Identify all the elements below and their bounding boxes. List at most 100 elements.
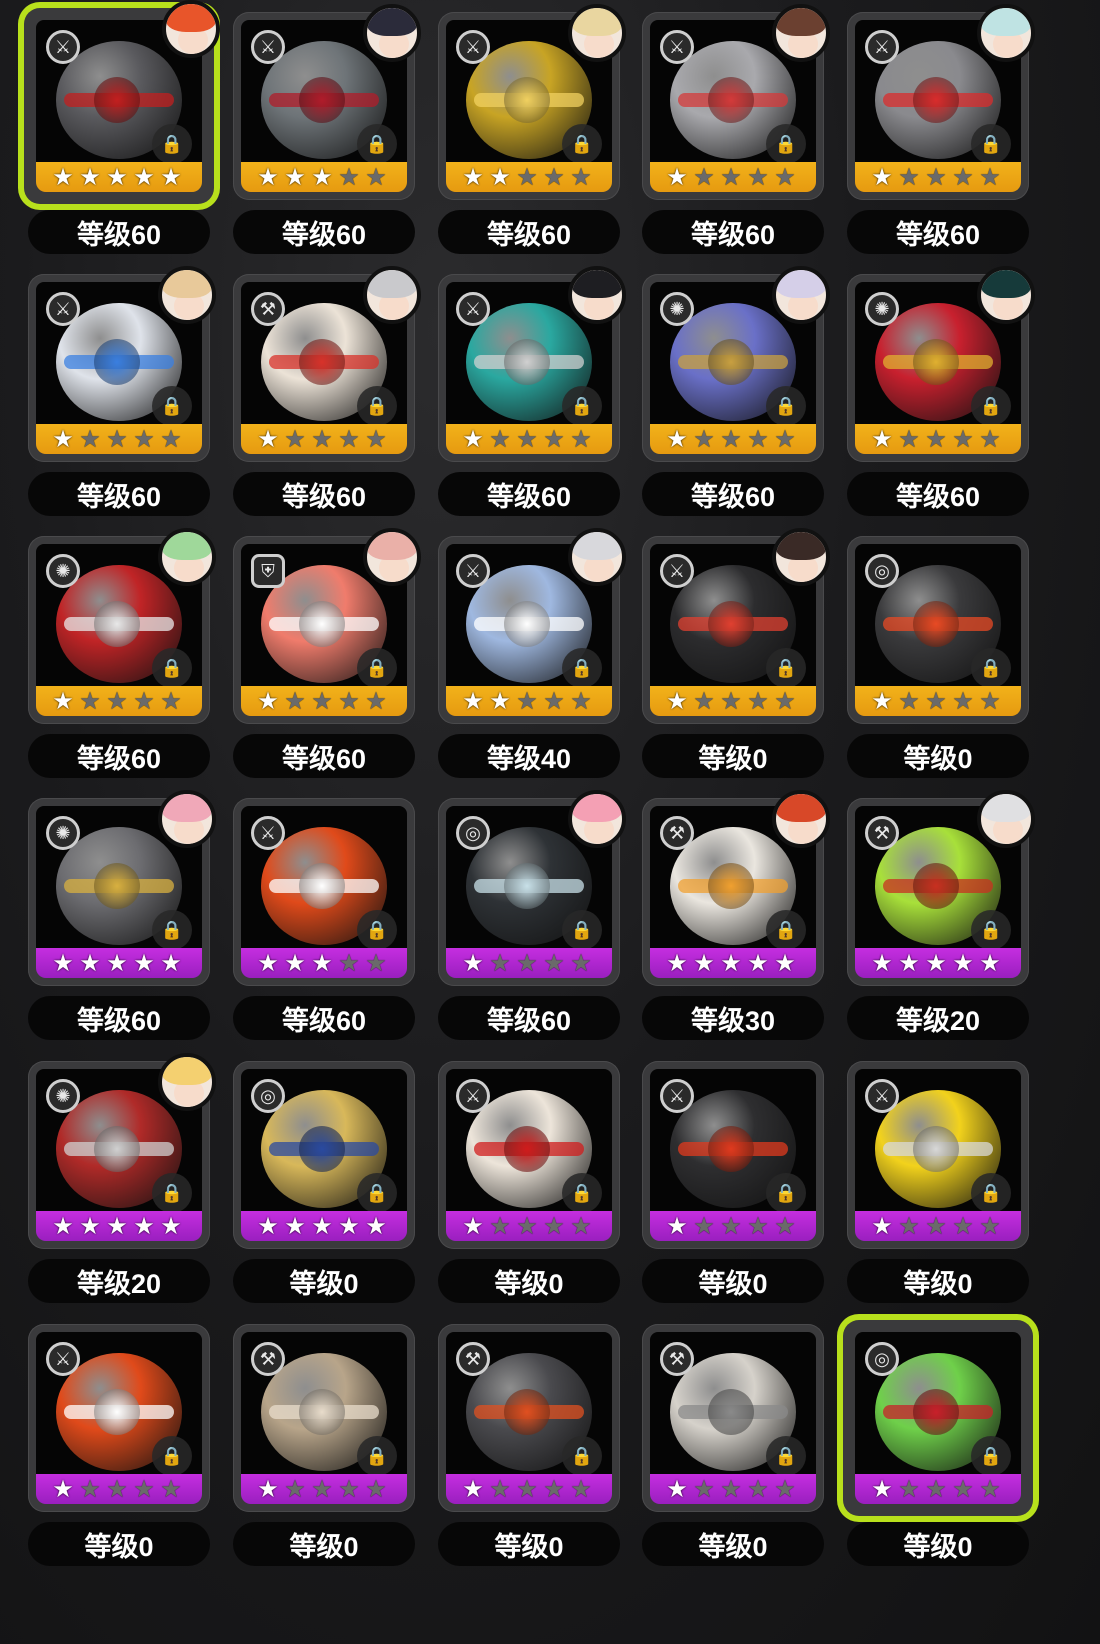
engine-slot[interactable]: ⚔ 🔒 ★ ★ ★ ★ ★ 等级60 [227, 790, 421, 1042]
lock-icon[interactable]: 🔒 [562, 1173, 602, 1213]
lock-icon[interactable]: 🔒 [357, 386, 397, 426]
lock-icon[interactable]: 🔒 [766, 386, 806, 426]
engine-card[interactable]: ⚔ 🔒 ★ ★ ★ ★ ★ [642, 1061, 824, 1249]
lock-icon[interactable]: 🔒 [971, 124, 1011, 164]
engine-card[interactable]: ⚔ 🔒 ★ ★ ★ ★ ★ [642, 4, 830, 200]
engine-card[interactable]: ✺ 🔒 ★ ★ ★ ★ ★ [28, 790, 216, 986]
lock-icon[interactable]: 🔒 [357, 648, 397, 688]
engine-slot[interactable]: ⚒ 🔒 ★ ★ ★ ★ ★ 等级20 [841, 790, 1035, 1042]
engine-slot[interactable]: ⚔ 🔒 ★ ★ ★ ★ ★ 等级60 [22, 0, 220, 256]
star-icon: ★ [489, 1213, 511, 1240]
engine-slot[interactable]: ⚔ 🔒 ★ ★ ★ ★ ★ 等级0 [841, 1053, 1035, 1305]
engine-slot[interactable]: ⚔ 🔒 ★ ★ ★ ★ ★ 等级0 [636, 1053, 830, 1305]
engine-card[interactable]: ⚔ 🔒 ★ ★ ★ ★ ★ [847, 4, 1035, 200]
lock-icon[interactable]: 🔒 [766, 910, 806, 950]
engine-card[interactable]: ◎ 🔒 ★ ★ ★ ★ ★ [233, 1061, 415, 1249]
engine-card[interactable]: ⚔ 🔒 ★ ★ ★ ★ ★ [233, 4, 421, 200]
engine-card-selected[interactable]: ◎ 🔒 ★ ★ ★ ★ ★ [843, 1320, 1033, 1516]
engine-slot[interactable]: ✺ 🔒 ★ ★ ★ ★ ★ 等级60 [841, 266, 1035, 518]
engine-card[interactable]: ⚒ 🔒 ★ ★ ★ ★ ★ [847, 790, 1035, 986]
engine-slot[interactable]: ✺ 🔒 ★ ★ ★ ★ ★ 等级20 [22, 1053, 216, 1305]
lock-icon[interactable]: 🔒 [766, 124, 806, 164]
star-icon: ★ [570, 426, 592, 453]
engine-slot[interactable]: ◎ 🔒 ★ ★ ★ ★ ★ 等级0 [227, 1053, 421, 1305]
engine-card[interactable]: ⚒ 🔒 ★ ★ ★ ★ ★ [642, 790, 830, 986]
engine-slot[interactable]: ◎ 🔒 ★ ★ ★ ★ ★ 等级0 [841, 528, 1035, 780]
star-icon: ★ [365, 950, 387, 977]
engine-card[interactable]: ⛨ 🔒 ★ ★ ★ ★ ★ [233, 528, 421, 724]
engine-slot[interactable]: ◎ 🔒 ★ ★ ★ ★ ★ 等级60 [432, 790, 626, 1042]
lock-icon[interactable]: 🔒 [766, 1436, 806, 1476]
engine-slot[interactable]: ⚔ 🔒 ★ ★ ★ ★ ★ 等级0 [432, 1053, 626, 1305]
rarity-bar: ★ ★ ★ ★ ★ [650, 1474, 816, 1504]
engine-card[interactable]: ⚒ 🔒 ★ ★ ★ ★ ★ [233, 1324, 415, 1512]
engine-card[interactable]: ✺ 🔒 ★ ★ ★ ★ ★ [642, 266, 830, 462]
engine-card[interactable]: ◎ 🔒 ★ ★ ★ ★ ★ [847, 536, 1029, 724]
engine-card[interactable]: ⚔ 🔒 ★ ★ ★ ★ ★ [233, 798, 415, 986]
lock-icon[interactable]: 🔒 [562, 1436, 602, 1476]
engine-card[interactable]: ⚔ 🔒 ★ ★ ★ ★ ★ [847, 1061, 1029, 1249]
engine-card[interactable]: ◎ 🔒 ★ ★ ★ ★ ★ [438, 790, 626, 986]
lock-icon[interactable]: 🔒 [562, 648, 602, 688]
lock-icon[interactable]: 🔒 [357, 910, 397, 950]
engine-slot[interactable]: ⚒ 🔒 ★ ★ ★ ★ ★ 等级30 [636, 790, 830, 1042]
engine-slot[interactable]: ⚒ 🔒 ★ ★ ★ ★ ★ 等级0 [227, 1316, 421, 1568]
lock-icon[interactable]: 🔒 [357, 1173, 397, 1213]
engine-card[interactable]: ⚔ 🔒 ★ ★ ★ ★ ★ [438, 4, 626, 200]
lock-icon[interactable]: 🔒 [971, 1173, 1011, 1213]
engine-slot[interactable]: ⚔ 🔒 ★ ★ ★ ★ ★ 等级60 [432, 266, 626, 518]
lock-icon[interactable]: 🔒 [562, 124, 602, 164]
lock-icon[interactable]: 🔒 [766, 1173, 806, 1213]
lock-icon[interactable]: 🔒 [971, 386, 1011, 426]
engine-card[interactable]: ✺ 🔒 ★ ★ ★ ★ ★ [28, 528, 216, 724]
engine-slot[interactable]: ⚔ 🔒 ★ ★ ★ ★ ★ 等级60 [227, 4, 421, 256]
star-icon: ★ [257, 688, 279, 715]
engine-slot[interactable]: ⚒ 🔒 ★ ★ ★ ★ ★ 等级0 [432, 1316, 626, 1568]
engine-slot[interactable]: ✺ 🔒 ★ ★ ★ ★ ★ 等级60 [22, 528, 216, 780]
engine-card[interactable]: ⚒ 🔒 ★ ★ ★ ★ ★ [642, 1324, 824, 1512]
engine-slot[interactable]: ⚔ 🔒 ★ ★ ★ ★ ★ 等级60 [22, 266, 216, 518]
engine-card[interactable]: ⚔ 🔒 ★ ★ ★ ★ ★ [642, 528, 830, 724]
lock-icon[interactable]: 🔒 [152, 1173, 192, 1213]
engine-slot[interactable]: ⚔ 🔒 ★ ★ ★ ★ ★ 等级60 [636, 4, 830, 256]
engine-slot[interactable]: ⚒ 🔒 ★ ★ ★ ★ ★ 等级60 [227, 266, 421, 518]
lock-icon[interactable]: 🔒 [971, 648, 1011, 688]
engine-level: 等级60 [847, 472, 1029, 516]
anomaly-type-icon: ✺ [865, 292, 899, 326]
engine-card[interactable]: ⚒ 🔒 ★ ★ ★ ★ ★ [438, 1324, 620, 1512]
engine-card[interactable]: ⚒ 🔒 ★ ★ ★ ★ ★ [233, 266, 421, 462]
lock-icon[interactable]: 🔒 [152, 648, 192, 688]
engine-slot[interactable]: ⚔ 🔒 ★ ★ ★ ★ ★ 等级0 [636, 528, 830, 780]
engine-slot[interactable]: ◎ 🔒 ★ ★ ★ ★ ★ 等级0 [841, 1316, 1035, 1568]
lock-icon[interactable]: 🔒 [357, 124, 397, 164]
engine-slot[interactable]: ⚔ 🔒 ★ ★ ★ ★ ★ 等级0 [22, 1316, 216, 1568]
lock-icon[interactable]: 🔒 [152, 124, 192, 164]
engine-slot[interactable]: ✺ 🔒 ★ ★ ★ ★ ★ 等级60 [636, 266, 830, 518]
engine-card[interactable]: ⚔ 🔒 ★ ★ ★ ★ ★ [28, 1324, 210, 1512]
lock-icon[interactable]: 🔒 [971, 1436, 1011, 1476]
engine-card-selected[interactable]: ⚔ 🔒 ★ ★ ★ ★ ★ [24, 0, 220, 204]
engine-slot[interactable]: ⚒ 🔒 ★ ★ ★ ★ ★ 等级0 [636, 1316, 830, 1568]
lock-icon[interactable]: 🔒 [766, 648, 806, 688]
engine-slot[interactable]: ⛨ 🔒 ★ ★ ★ ★ ★ 等级60 [227, 528, 421, 780]
engine-card[interactable]: ⚔ 🔒 ★ ★ ★ ★ ★ [28, 266, 216, 462]
star-icon: ★ [52, 950, 74, 977]
engine-card[interactable]: ⚔ 🔒 ★ ★ ★ ★ ★ [438, 266, 626, 462]
engine-card[interactable]: ✺ 🔒 ★ ★ ★ ★ ★ [28, 1053, 216, 1249]
lock-icon[interactable]: 🔒 [562, 386, 602, 426]
lock-icon[interactable]: 🔒 [562, 910, 602, 950]
star-icon: ★ [774, 688, 796, 715]
engine-card[interactable]: ✺ 🔒 ★ ★ ★ ★ ★ [847, 266, 1035, 462]
lock-icon[interactable]: 🔒 [152, 386, 192, 426]
engine-slot[interactable]: ⚔ 🔒 ★ ★ ★ ★ ★ 等级60 [432, 4, 626, 256]
lock-icon[interactable]: 🔒 [152, 910, 192, 950]
lock-icon[interactable]: 🔒 [971, 910, 1011, 950]
engine-slot[interactable]: ⚔ 🔒 ★ ★ ★ ★ ★ 等级40 [432, 528, 626, 780]
engine-card[interactable]: ⚔ 🔒 ★ ★ ★ ★ ★ [438, 528, 626, 724]
engine-slot[interactable]: ⚔ 🔒 ★ ★ ★ ★ ★ 等级60 [841, 4, 1035, 256]
star-icon: ★ [516, 688, 538, 715]
engine-slot[interactable]: ✺ 🔒 ★ ★ ★ ★ ★ 等级60 [22, 790, 216, 1042]
engine-card[interactable]: ⚔ 🔒 ★ ★ ★ ★ ★ [438, 1061, 620, 1249]
lock-icon[interactable]: 🔒 [152, 1436, 192, 1476]
lock-icon[interactable]: 🔒 [357, 1436, 397, 1476]
